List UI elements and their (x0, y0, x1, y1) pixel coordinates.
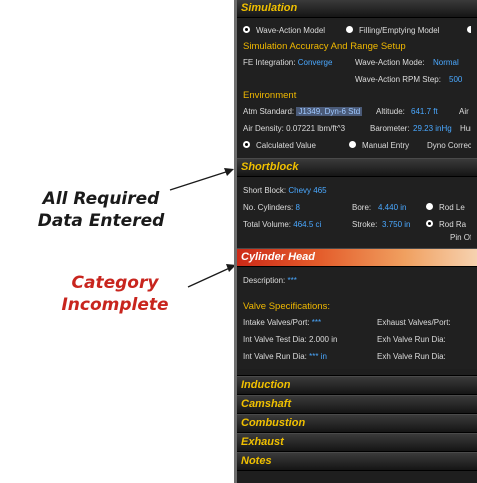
section-cylinder-head: Description: *** Valve Specifications: I… (237, 267, 477, 369)
section-header-combustion[interactable]: Combustion (237, 414, 477, 433)
manual-entry-label: Manual Entry (362, 141, 410, 150)
cylinders-row: No. Cylinders: 8 Bore: 4.440 in Rod Le (243, 199, 471, 216)
atm-value[interactable]: J1349, Dyn-6 Std (296, 107, 363, 116)
air-density-value[interactable]: 0.07221 lbm/ft^3 (286, 124, 345, 133)
bore-label: Bore: (352, 203, 372, 212)
callout-category-incomplete: Category Incomplete (40, 272, 190, 316)
exh-run-dia-label-1: Exh Valve Run Dia: (377, 335, 446, 344)
arrow-to-shortblock-icon (169, 168, 234, 288)
engine-sim-panel: Simulation Wave-Action Model Filling/Emp… (234, 0, 477, 483)
radio-on-icon (426, 220, 433, 228)
dyno-correction-label: Dyno Correctio (427, 141, 471, 150)
third-model-radio[interactable] (467, 22, 471, 39)
rod-length-radio[interactable]: Rod Le (426, 199, 465, 216)
stroke-value[interactable]: 3.750 in (382, 216, 410, 233)
run-dia-row: Int Valve Run Dia: *** in Exh Valve Run … (243, 348, 471, 365)
description-value[interactable]: *** (287, 276, 296, 285)
rpm-step-label: Wave-Action RPM Step: (355, 75, 441, 84)
fe-integration-label: FE Integration: (243, 58, 296, 67)
short-block-label: Short Block: (243, 186, 287, 195)
callout-line: Data Entered (37, 211, 165, 231)
radio-on-icon (243, 26, 250, 34)
int-test-dia-label: Int Valve Test Dia: (243, 335, 307, 344)
exh-run-dia-label-2: Exh Valve Run Dia: (377, 352, 446, 361)
intake-valves-label: Intake Valves/Port: (243, 318, 310, 327)
radio-off-icon (426, 203, 433, 211)
barometer-value[interactable]: 29.23 inHg (413, 120, 452, 137)
rod-length-label: Rod Le (439, 203, 465, 212)
section-header-camshaft[interactable]: Camshaft (237, 395, 477, 414)
wave-mode-label: Wave-Action Mode: (355, 58, 425, 67)
volume-row: Total Volume: 464.5 ci Stroke: 3.750 in … (243, 216, 471, 233)
description-row: Description: *** (243, 272, 471, 289)
atm-row: Atm Standard: J1349, Dyn-6 Std Altitude:… (243, 103, 471, 120)
manual-entry-radio[interactable]: Manual Entry (349, 137, 409, 154)
fe-integration-row: FE Integration: Converge Wave-Action Mod… (243, 54, 471, 71)
section-header-notes[interactable]: Notes (237, 452, 477, 471)
altitude-label: Altitude: (376, 107, 405, 116)
short-block-value[interactable]: Chevy 465 (288, 186, 326, 195)
radio-off-icon (346, 26, 353, 34)
total-volume-value: 464.5 ci (293, 220, 322, 229)
rod-ratio-label: Rod Ra (439, 220, 467, 229)
short-block-row: Short Block: Chevy 465 (243, 182, 471, 199)
annotation-panel: All Required Data Entered Category Incom… (0, 0, 234, 483)
fe-integration-value[interactable]: Converge (298, 58, 333, 67)
section-shortblock: Short Block: Chevy 465 No. Cylinders: 8 … (237, 177, 477, 248)
accuracy-subheading: Simulation Accuracy And Range Setup (243, 41, 406, 52)
intake-valves-value[interactable]: *** (312, 318, 321, 327)
humidity-label: Hum (460, 124, 471, 133)
air-density-row: Air Density: 0.07221 lbm/ft^3 Barometer:… (243, 120, 471, 137)
cylinders-value[interactable]: 8 (295, 203, 299, 212)
radio-on-icon (243, 141, 250, 149)
altitude-value[interactable]: 641.7 ft (411, 103, 438, 120)
filling-emptying-radio[interactable]: Filling/Emptying Model (346, 22, 439, 39)
valves-row: Intake Valves/Port: *** Exhaust Valves/P… (243, 314, 471, 331)
rod-ratio-radio[interactable]: Rod Ra (426, 216, 466, 233)
calculated-radio[interactable]: Calculated Value (243, 141, 316, 150)
pin-offset-label: Pin Offs (450, 233, 471, 242)
filling-emptying-label: Filling/Emptying Model (359, 26, 440, 35)
air-temp-label: Air T (459, 107, 471, 116)
rpm-step-value[interactable]: 500 (449, 71, 462, 88)
wave-mode-value[interactable]: Normal (433, 54, 459, 71)
int-run-dia-label: Int Valve Run Dia: (243, 352, 307, 361)
total-volume-label: Total Volume: (243, 220, 292, 229)
test-dia-row: Int Valve Test Dia: 2.000 in Exh Valve R… (243, 331, 471, 348)
atm-label: Atm Standard: (243, 107, 295, 116)
section-header-shortblock[interactable]: Shortblock (237, 158, 477, 177)
callout-all-required: All Required Data Entered (16, 188, 186, 232)
calculated-label: Calculated Value (256, 141, 316, 150)
section-header-exhaust[interactable]: Exhaust (237, 433, 477, 452)
pin-offset-row: Pin Offs (243, 233, 471, 244)
callout-line: Incomplete (61, 295, 169, 315)
section-simulation: Wave-Action Model Filling/Emptying Model… (237, 18, 477, 158)
section-header-simulation[interactable]: Simulation (237, 0, 477, 18)
callout-line: All Required (42, 189, 160, 209)
exhaust-valves-label: Exhaust Valves/Port: (377, 318, 451, 327)
cylinders-label: No. Cylinders: (243, 203, 294, 212)
int-run-dia-value[interactable]: *** in (309, 352, 327, 361)
radio-off-icon (467, 26, 471, 34)
barometer-label: Barometer: (370, 124, 410, 133)
correction-radio-row: Calculated Value Manual Entry Dyno Corre… (243, 137, 471, 154)
callout-line: Category (71, 273, 159, 293)
rpm-step-row: Wave-Action RPM Step: 500 (243, 71, 471, 88)
wave-action-radio[interactable]: Wave-Action Model (243, 26, 325, 35)
bore-value[interactable]: 4.440 in (378, 199, 406, 216)
model-radio-row: Wave-Action Model Filling/Emptying Model (243, 22, 471, 39)
description-label: Description: (243, 276, 286, 285)
air-density-label: Air Density: (243, 124, 284, 133)
wave-action-label: Wave-Action Model (256, 26, 326, 35)
stroke-label: Stroke: (352, 220, 378, 229)
radio-off-icon (349, 141, 356, 149)
valve-spec-subheading: Valve Specifications: (243, 301, 330, 312)
section-header-induction[interactable]: Induction (237, 376, 477, 395)
section-header-cylinder-head[interactable]: Cylinder Head (237, 248, 477, 267)
int-test-dia-value[interactable]: 2.000 in (309, 335, 337, 344)
environment-subheading: Environment (243, 90, 297, 101)
